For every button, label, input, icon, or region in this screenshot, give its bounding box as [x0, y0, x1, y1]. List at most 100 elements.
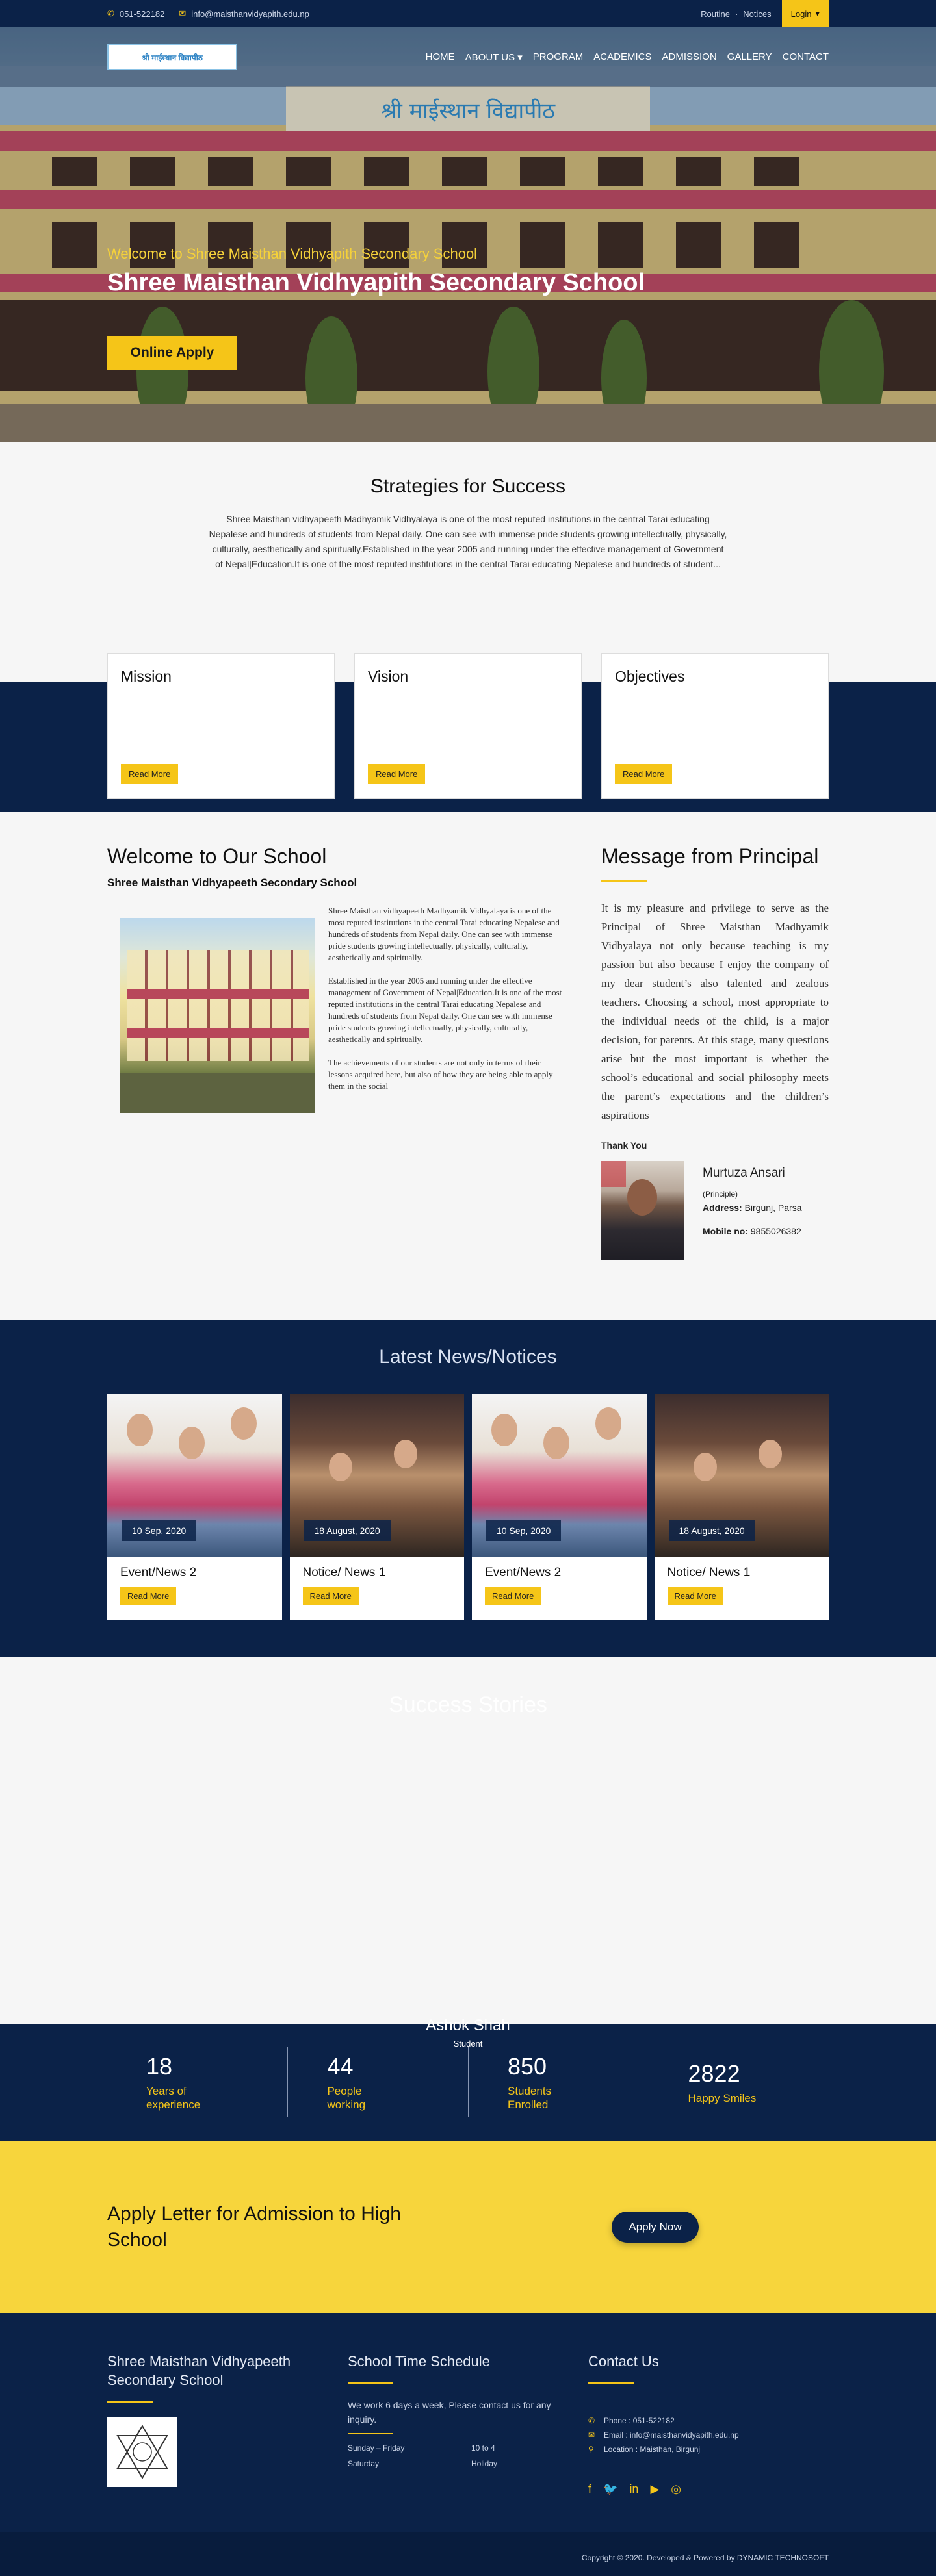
school-logo[interactable]: श्री माईस्थान विद्यापीठ	[107, 44, 237, 70]
principal-title: Message from Principal	[601, 845, 819, 868]
news-card[interactable]: 10 Sep, 2020 Event/News 2 Read More	[472, 1394, 647, 1620]
apply-now-button[interactable]: Apply Now	[612, 2211, 699, 2243]
topbar-phone[interactable]: ✆ 051-522182	[107, 8, 164, 19]
card-title: Vision	[368, 668, 409, 685]
caret-down-icon: ▾	[815, 8, 820, 18]
news-date: 10 Sep, 2020	[122, 1520, 197, 1541]
copyright-bar: Copyright © 2020. Developed & Powered by…	[0, 2532, 936, 2576]
hero-banner: श्री माईस्थान विद्यापीठ श्री माईस्थान वि…	[0, 27, 936, 442]
news-read-more-button[interactable]: Read More	[302, 1587, 359, 1605]
copyright-text: Copyright © 2020. Developed & Powered by…	[581, 2553, 829, 2562]
mission-vision-band: Mission Read More Vision Read More Objec…	[0, 653, 936, 812]
facebook-icon[interactable]: f	[588, 2482, 592, 2496]
schedule-text: We work 6 days a week, Please contact us…	[348, 2400, 551, 2425]
routine-link[interactable]: Routine	[701, 9, 730, 19]
success-story-text	[156, 1744, 780, 1861]
students-photo: 10 Sep, 2020	[472, 1394, 647, 1557]
principal-photo	[601, 1161, 684, 1260]
news-title: Latest News/Notices	[379, 1346, 557, 1368]
admission-title: Apply Letter for Admission to High Schoo…	[107, 2202, 401, 2251]
hero-title: Shree Maisthan Vidhyapith Secondary Scho…	[107, 269, 645, 296]
nav-admission[interactable]: ADMISSION	[662, 51, 716, 63]
online-apply-button[interactable]: Online Apply	[107, 336, 237, 370]
youtube-icon[interactable]: ▶	[650, 2482, 659, 2496]
news-card-title: Notice/ News 1	[667, 1566, 751, 1579]
footer-email[interactable]: ✉ Email : info@maisthanvidyapith.edu.np	[588, 2428, 829, 2442]
linkedin-icon[interactable]: in	[629, 2482, 638, 2496]
mail-icon: ✉	[179, 8, 187, 18]
news-card[interactable]: 18 August, 2020 Notice/ News 1 Read More	[289, 1394, 464, 1620]
strategies-text: Shree Maisthan vidhyapeeth Madhyamik Vid…	[209, 514, 727, 569]
news-read-more-button[interactable]: Read More	[485, 1587, 541, 1605]
stat-students: 850 Students Enrolled	[467, 2047, 649, 2117]
news-card[interactable]: 18 August, 2020 Notice/ News 1 Read More	[654, 1394, 829, 1620]
classroom-photo: 18 August, 2020	[654, 1394, 829, 1557]
students-photo: 10 Sep, 2020	[107, 1394, 282, 1557]
stats-section: 18 Years of experience 44 People working 8…	[0, 2024, 936, 2141]
school-emblem-logo	[107, 2417, 177, 2487]
welcome-section: Welcome to Our School Shree Maisthan Vid…	[0, 812, 936, 1320]
nav-academics[interactable]: ACADEMICS	[593, 51, 651, 63]
mail-icon: ✉	[588, 2430, 595, 2440]
principal-name: Murtuza Ansari	[703, 1166, 785, 1180]
stat-smiles: 2822 Happy Smiles	[648, 2047, 829, 2117]
welcome-paragraph: The achievements of our students are not…	[328, 1058, 553, 1091]
news-card[interactable]: 10 Sep, 2020 Event/News 2 Read More	[107, 1394, 282, 1620]
divider	[601, 880, 647, 882]
phone-icon: ✆	[588, 2416, 595, 2425]
login-dropdown[interactable]: Login ▾	[781, 0, 829, 27]
nav-gallery[interactable]: GALLERY	[727, 51, 772, 63]
vision-read-more-button[interactable]: Read More	[368, 764, 426, 784]
news-date: 18 August, 2020	[304, 1520, 391, 1541]
welcome-subtitle: Shree Maisthan Vidhyapeeth Secondary Sch…	[107, 876, 358, 889]
objectives-card: Objectives Read More	[601, 653, 829, 799]
mission-card: Mission Read More	[107, 653, 335, 799]
objectives-read-more-button[interactable]: Read More	[615, 764, 673, 784]
news-date: 10 Sep, 2020	[486, 1520, 562, 1541]
nav-menu: HOME ABOUT US ▾ PROGRAM ACADEMICS ADMISS…	[426, 51, 829, 63]
news-read-more-button[interactable]: Read More	[667, 1587, 723, 1605]
mission-read-more-button[interactable]: Read More	[121, 764, 179, 784]
strategies-title: Strategies for Success	[370, 476, 566, 497]
vision-card: Vision Read More	[354, 653, 582, 799]
twitter-icon[interactable]: 🐦	[603, 2482, 618, 2496]
news-date: 18 August, 2020	[668, 1520, 755, 1541]
nav-contact[interactable]: CONTACT	[783, 51, 829, 63]
schedule-row: Saturday Holiday	[348, 2459, 498, 2468]
footer-school-title: Shree Maisthan Vidhyapeeth Secondary Sch…	[107, 2353, 291, 2388]
contact-title: Contact Us	[588, 2353, 659, 2369]
top-bar: ✆ 051-522182 ✉ info@maisthanvidyapith.edu.…	[0, 0, 936, 27]
location-pin-icon: ⚲	[588, 2445, 594, 2454]
strategies-section: Strategies for Success Shree Maisthan vi…	[0, 442, 936, 653]
school-building-image	[120, 918, 315, 1113]
nav-home[interactable]: HOME	[426, 51, 455, 63]
classroom-photo: 18 August, 2020	[289, 1394, 464, 1557]
topbar-email[interactable]: ✉ info@maisthanvidyapith.edu.np	[179, 8, 309, 19]
welcome-paragraph: Shree Maisthan vidhyapeeth Madhyamik Vid…	[328, 906, 560, 962]
admission-banner: Apply Letter for Admission to High Schoo…	[0, 2141, 936, 2313]
phone-icon: ✆	[107, 8, 114, 18]
welcome-title: Welcome to Our School	[107, 845, 327, 868]
instagram-icon[interactable]: ◎	[671, 2482, 681, 2496]
news-card-title: Notice/ News 1	[302, 1566, 386, 1579]
principal-role: (Principle)	[703, 1190, 738, 1199]
news-read-more-button[interactable]: Read More	[120, 1587, 177, 1605]
card-title: Mission	[121, 668, 172, 685]
nav-program[interactable]: PROGRAM	[533, 51, 584, 63]
nav-about-us[interactable]: ABOUT US ▾	[465, 51, 523, 63]
stat-people: 44 People working	[287, 2047, 468, 2117]
footer-phone[interactable]: ✆ Phone : 051-522182	[588, 2414, 829, 2428]
card-title: Objectives	[615, 668, 685, 685]
schedule-title: School Time Schedule	[348, 2353, 490, 2369]
notices-link[interactable]: Notices	[743, 9, 771, 19]
welcome-paragraph: Established in the year 2005 and running…	[328, 976, 562, 1044]
schedule-row: Sunday – Friday 10 to 4	[348, 2443, 495, 2453]
social-links: f 🐦 in ▶ ◎	[588, 2482, 829, 2496]
success-title: Success Stories	[389, 1692, 547, 1717]
principal-mobile: Mobile no: 9855026382	[703, 1226, 801, 1236]
news-card-title: Event/News 2	[485, 1566, 562, 1579]
principal-address: Address: Birgunj, Parsa	[703, 1203, 802, 1213]
main-nav: श्री माईस्थान विद्यापीठ HOME ABOUT US ▾ …	[0, 27, 936, 87]
thank-you-text: Thank You	[601, 1140, 647, 1151]
success-stories-section: Success Stories Ashok Shah Student	[0, 1657, 936, 2048]
